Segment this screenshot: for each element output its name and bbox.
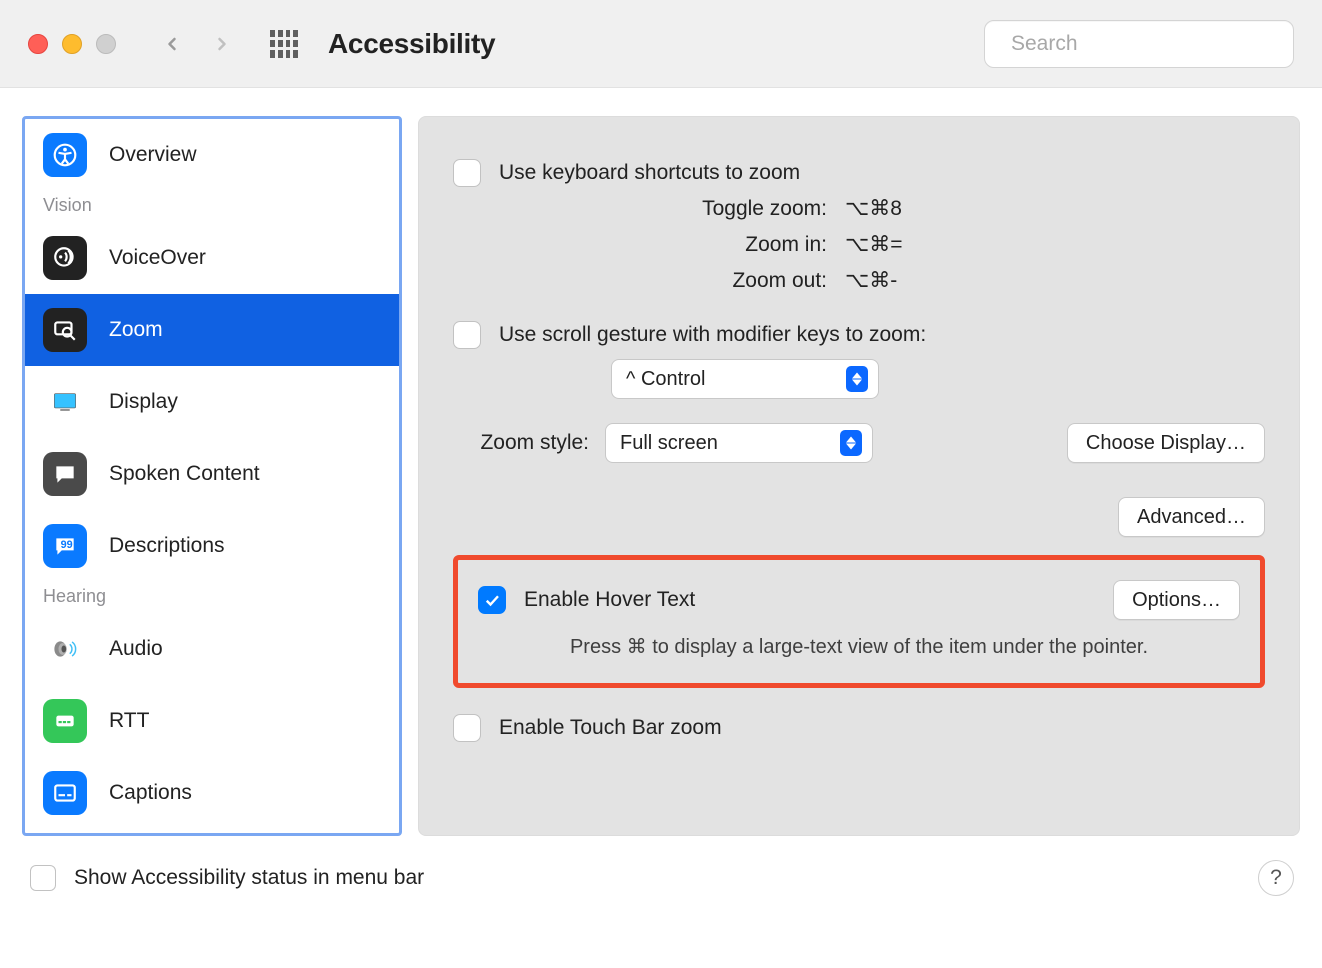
checkmark-icon xyxy=(483,591,501,609)
advanced-button[interactable]: Advanced… xyxy=(1118,497,1265,537)
sidebar-item-spoken-content[interactable]: Spoken Content xyxy=(25,438,399,510)
touch-bar-zoom-checkbox[interactable]: Enable Touch Bar zoom xyxy=(453,714,1265,742)
checkbox-label: Use keyboard shortcuts to zoom xyxy=(499,161,800,185)
toggle-zoom-shortcut: ⌥⌘8 xyxy=(845,191,902,227)
sidebar-item-descriptions[interactable]: 99 Descriptions xyxy=(25,510,399,582)
hover-text-highlight: Enable Hover Text Options… Press ⌘ to di… xyxy=(453,555,1265,688)
sidebar-group-hearing: Hearing xyxy=(25,582,399,613)
sidebar-group-vision: Vision xyxy=(25,191,399,222)
audio-icon xyxy=(43,627,87,671)
display-icon xyxy=(43,380,87,424)
zoom-in-shortcut: ⌥⌘= xyxy=(845,227,902,263)
sidebar-item-label: Spoken Content xyxy=(109,462,260,486)
checkbox-icon xyxy=(453,321,481,349)
zoom-out-shortcut: ⌥⌘- xyxy=(845,263,897,299)
zoom-style-label: Zoom style: xyxy=(453,431,589,455)
sidebar-item-audio[interactable]: Audio xyxy=(25,613,399,685)
sidebar-item-captions[interactable]: Captions xyxy=(25,757,399,829)
sidebar-item-overview[interactable]: Overview xyxy=(25,119,399,191)
sidebar-item-label: Audio xyxy=(109,637,163,661)
category-sidebar[interactable]: Overview Vision VoiceOver Zoom Display xyxy=(22,116,402,836)
menu-bar-status-checkbox[interactable] xyxy=(30,865,56,891)
modifier-key-value: ^ Control xyxy=(626,360,705,398)
keyboard-shortcuts-zoom-checkbox[interactable]: Use keyboard shortcuts to zoom xyxy=(453,159,1265,187)
footer: Show Accessibility status in menu bar ? xyxy=(0,850,1322,896)
sidebar-item-voiceover[interactable]: VoiceOver xyxy=(25,222,399,294)
help-button[interactable]: ? xyxy=(1258,860,1294,896)
zoom-style-value: Full screen xyxy=(620,424,718,462)
hover-text-hint: Press ⌘ to display a large-text view of … xyxy=(478,634,1240,659)
sidebar-item-label: VoiceOver xyxy=(109,246,206,270)
toggle-zoom-label: Toggle zoom: xyxy=(453,191,827,227)
button-label: Advanced… xyxy=(1137,506,1246,529)
sidebar-item-label: Captions xyxy=(109,781,192,805)
nav-buttons xyxy=(162,34,232,54)
svg-text:99: 99 xyxy=(61,539,73,551)
menu-bar-status-label: Show Accessibility status in menu bar xyxy=(74,866,424,890)
spoken-content-icon xyxy=(43,452,87,496)
window-title: Accessibility xyxy=(328,28,495,60)
chevron-updown-icon xyxy=(846,366,868,392)
button-label: Options… xyxy=(1132,589,1221,612)
back-button[interactable] xyxy=(162,34,182,54)
zoom-in-label: Zoom in: xyxy=(453,227,827,263)
close-window-button[interactable] xyxy=(28,34,48,54)
hover-text-label: Enable Hover Text xyxy=(524,588,695,612)
choose-display-button[interactable]: Choose Display… xyxy=(1067,423,1265,463)
checkbox-icon xyxy=(453,714,481,742)
modifier-key-popup[interactable]: ^ Control xyxy=(611,359,879,399)
sidebar-item-label: Display xyxy=(109,390,178,414)
descriptions-icon: 99 xyxy=(43,524,87,568)
zoom-shortcuts-list: Toggle zoom: ⌥⌘8 Zoom in: ⌥⌘= Zoom out: ⌥⌘- xyxy=(453,191,1265,299)
sidebar-item-label: Overview xyxy=(109,143,197,167)
captions-icon xyxy=(43,771,87,815)
zoom-out-label: Zoom out: xyxy=(453,263,827,299)
sidebar-item-label: RTT xyxy=(109,709,149,733)
zoom-settings-panel: Use keyboard shortcuts to zoom Toggle zo… xyxy=(418,116,1300,836)
show-all-prefpanes-button[interactable] xyxy=(270,30,298,58)
zoom-style-popup[interactable]: Full screen xyxy=(605,423,873,463)
button-label: Choose Display… xyxy=(1086,432,1246,455)
search-field[interactable] xyxy=(984,20,1294,68)
checkbox-label: Use scroll gesture with modifier keys to… xyxy=(499,323,926,347)
sidebar-item-display[interactable]: Display xyxy=(25,366,399,438)
zoom-icon xyxy=(43,308,87,352)
fullscreen-window-button[interactable] xyxy=(96,34,116,54)
forward-button[interactable] xyxy=(212,34,232,54)
sidebar-item-rtt[interactable]: RTT xyxy=(25,685,399,757)
accessibility-icon xyxy=(43,133,87,177)
rtt-icon xyxy=(43,699,87,743)
checkbox-icon xyxy=(453,159,481,187)
sidebar-item-label: Zoom xyxy=(109,318,163,342)
hover-text-checkbox[interactable] xyxy=(478,586,506,614)
hover-text-options-button[interactable]: Options… xyxy=(1113,580,1240,620)
voiceover-icon xyxy=(43,236,87,280)
window-controls xyxy=(28,34,116,54)
checkbox-label: Enable Touch Bar zoom xyxy=(499,716,722,740)
sidebar-item-label: Descriptions xyxy=(109,534,225,558)
toolbar: Accessibility xyxy=(0,0,1322,88)
search-input[interactable] xyxy=(1009,31,1284,57)
scroll-gesture-zoom-checkbox[interactable]: Use scroll gesture with modifier keys to… xyxy=(453,321,1265,349)
chevron-updown-icon xyxy=(840,430,862,456)
minimize-window-button[interactable] xyxy=(62,34,82,54)
sidebar-item-zoom[interactable]: Zoom xyxy=(25,294,399,366)
